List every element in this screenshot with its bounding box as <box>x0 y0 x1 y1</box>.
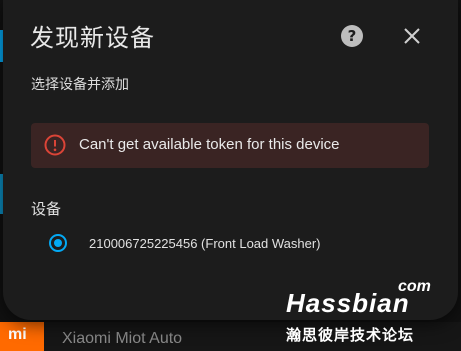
alert-circle-icon <box>44 134 66 156</box>
dialog-subtitle: 选择设备并添加 <box>31 77 129 93</box>
close-icon[interactable] <box>401 25 423 47</box>
help-icon[interactable]: ? <box>341 25 363 47</box>
discover-device-dialog: 发现新设备 ? 选择设备并添加 Can't get available toke… <box>3 0 458 320</box>
watermark-tagline: 瀚思彼岸技术论坛 <box>286 326 415 344</box>
dialog-title: 发现新设备 <box>30 24 155 52</box>
background-integration-label: Xiaomi Miot Auto <box>62 330 183 347</box>
xiaomi-logo-icon: mi <box>0 322 44 351</box>
device-radio-button[interactable] <box>49 234 67 252</box>
device-section-label: 设备 <box>31 200 62 218</box>
watermark-brand: Hassbian <box>286 288 410 318</box>
error-alert: Can't get available token for this devic… <box>31 123 429 168</box>
error-message: Can't get available token for this devic… <box>79 136 340 153</box>
device-option-label[interactable]: 210006725225456 (Front Load Washer) <box>89 236 321 251</box>
